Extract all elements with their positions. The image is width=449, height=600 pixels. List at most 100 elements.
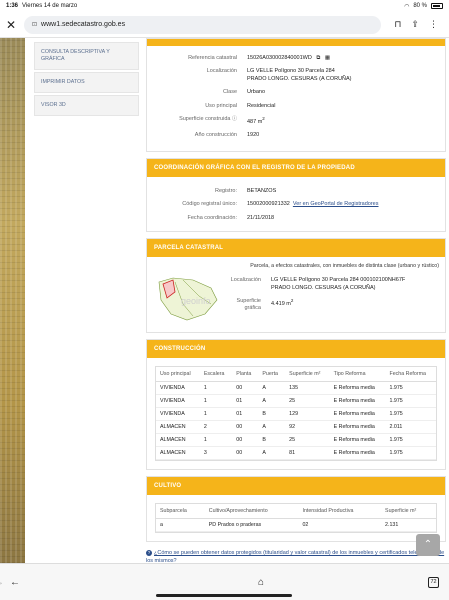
parcela-info: Localización LG VELLE Polígono 30 Parcel… [225, 274, 439, 324]
parcela-card: PARCELA CATASTRAL Parcela, a efectos cat… [146, 238, 446, 334]
menu-icon[interactable]: ⋮ [429, 19, 438, 30]
scroll-to-top-button[interactable]: ⌃ [416, 534, 440, 556]
codigo-row: Código registral único: 15002000921332 V… [147, 198, 445, 211]
table-cell: 1 [199, 381, 233, 396]
registro-label: Registro: [214, 187, 237, 194]
parcela-map[interactable]: geoinfo [153, 274, 225, 324]
battery-icon [431, 3, 443, 9]
coordinacion-body: Registro: BETANZOS Código registral únic… [147, 177, 445, 231]
construccion-card: CONSTRUCCIÓN Uso principal Escalera Plan… [146, 339, 446, 471]
sidebar-item-imprimir[interactable]: IMPRIMIR DATOS [34, 71, 139, 93]
status-time: 1:36 [6, 3, 19, 9]
cultivo-card: CULTIVO Subparcela Cultivo/Aprovechamien… [146, 476, 446, 543]
address-field[interactable]: ⊡ www1.sedecatastro.gob.es [24, 15, 382, 34]
coordinacion-title: COORDINACIÓN GRÁFICA CON EL REGISTRO DE … [147, 158, 445, 177]
parcela-body: Parcela, a efectos catastrales, con inmu… [147, 257, 445, 332]
main-content: Referencia catastral 15026A030002840001W… [146, 38, 446, 565]
table-cell: 1.975 [385, 446, 436, 461]
localizacion-row: Localización LG VELLE Polígono 30 Parcel… [147, 65, 445, 86]
table-cell: 25 [285, 433, 330, 448]
battery-label: 80 % [413, 3, 427, 9]
construccion-table: Uso principal Escalera Planta Puerta Sup… [156, 367, 436, 461]
table-cell: A [258, 381, 286, 396]
column-header: Superficie m² [381, 504, 436, 520]
coordinacion-card: COORDINACIÓN GRÁFICA CON EL REGISTRO DE … [146, 157, 446, 233]
construccion-title: CONSTRUCCIÓN [147, 340, 445, 359]
table-cell: 129 [285, 407, 330, 422]
table-row: ALMACEN 1 00 B 25 E Reforma media 1.975 [156, 433, 436, 448]
anio-label: Año construcción [194, 132, 237, 139]
anio-row: Año construcción 1920 [147, 129, 445, 142]
status-date: Viernes 14 de marzo [22, 3, 78, 9]
localizacion-label: Localización [206, 68, 237, 75]
geoportal-link[interactable]: Ver en GeoPortal de Registradores [293, 201, 379, 207]
table-cell: 00 [232, 433, 259, 448]
fecha-label: Fecha coordinación: [187, 214, 237, 221]
status-bar: 1:36 Viernes 14 de marzo ◠ 80 % [0, 0, 449, 12]
parcela-superficie-label: Superficie gráfica [225, 298, 271, 313]
table-row: VIVIENDA 1 01 B 129 E Reforma media 1.975 [156, 407, 436, 422]
table-cell: E Reforma media [329, 420, 386, 435]
table-cell: 25 [285, 394, 330, 409]
help-link[interactable]: ¿Cómo se pueden obtener datos protegidos… [146, 550, 444, 563]
table-cell: ALMACEN [156, 420, 200, 435]
column-header: Intensidad Productiva [298, 504, 382, 520]
table-cell: VIVIENDA [156, 381, 200, 396]
table-cell: PD Prados o praderas [204, 518, 299, 533]
table-cell: VIVIENDA [156, 407, 200, 422]
table-cell: 1.975 [385, 433, 436, 448]
table-cell: 00 [232, 381, 259, 396]
parcela-superficie-label-1: Superficie [236, 298, 261, 305]
close-icon[interactable]: ✕ [6, 18, 24, 32]
table-cell: 01 [232, 407, 259, 422]
copy-icon[interactable]: ⧉ [316, 55, 320, 61]
map-icon[interactable]: ▦ [325, 55, 330, 61]
sidebar-item-consulta[interactable]: CONSULTA DESCRIPTIVA Y GRÁFICA [34, 42, 139, 70]
table-cell: 3 [199, 446, 233, 461]
forward-icon[interactable]: → [0, 577, 4, 588]
column-header: Planta [232, 367, 259, 383]
parcela-description: Parcela, a efectos catastrales, con inmu… [250, 263, 439, 270]
registro-row: Registro: BETANZOS [147, 185, 445, 198]
table-cell: 01 [232, 394, 259, 409]
info-icon[interactable]: ⓘ [232, 116, 237, 122]
share-icon[interactable]: ⇪ [411, 19, 419, 30]
wifi-icon: ◠ [404, 3, 410, 10]
table-header-row: Uso principal Escalera Planta Puerta Sup… [156, 367, 436, 383]
clase-row: Clase Urbano [147, 86, 445, 99]
table-cell: 1.975 [385, 394, 436, 409]
sidebar-item-visor-3d[interactable]: VISOR 3D [34, 94, 139, 116]
url-text: www1.sedecatastro.gob.es [41, 21, 126, 28]
referencia-row: Referencia catastral 15026A030002840001W… [147, 52, 445, 65]
superficie-value: 487 m2 [247, 116, 445, 126]
uso-label: Uso principal [205, 102, 237, 109]
tabs-icon[interactable]: 72 [428, 576, 439, 588]
referencia-label: Referencia catastral [188, 55, 237, 61]
localizacion-line-1: LG VELLE Polígono 30 Parcela 284 [247, 68, 335, 75]
table-cell: 92 [285, 420, 330, 435]
home-icon[interactable]: ⌂ [258, 577, 264, 588]
table-cell: E Reforma media [329, 407, 386, 422]
table-cell: 2.011 [385, 420, 436, 435]
background-image [0, 38, 25, 563]
arrow-up-icon: ⌃ [423, 539, 433, 550]
parcela-localizacion-line-1: LG VELLE Polígono 30 Parcela 284 0001021… [271, 277, 406, 284]
parcela-map-svg: geoinfo [158, 277, 218, 321]
anio-value: 1920 [247, 132, 260, 139]
codigo-value: 15002000921332 Ver en GeoPortal de Regis… [247, 201, 445, 208]
construccion-table-box: Uso principal Escalera Planta Puerta Sup… [155, 366, 437, 462]
table-cell: 00 [232, 446, 259, 461]
codigo-label: Código registral único: [182, 201, 237, 208]
fecha-row: Fecha coordinación: 21/11/2018 [147, 212, 445, 225]
bookmark-icon[interactable]: ⊓ [394, 19, 401, 30]
parcela-superficie-value: 4.419 m2 [271, 298, 439, 313]
table-cell: 2.131 [381, 518, 436, 533]
parcela-superficie-row: Superficie gráfica 4.419 m2 [225, 295, 439, 316]
back-icon[interactable]: ← [10, 577, 20, 588]
parcela-title: PARCELA CATASTRAL [147, 239, 445, 258]
cultivo-table: Subparcela Cultivo/Aprovechamiento Inten… [156, 504, 436, 533]
cultivo-table-box: Subparcela Cultivo/Aprovechamiento Inten… [155, 503, 437, 534]
table-cell: VIVIENDA [156, 394, 200, 409]
table-cell: 81 [285, 446, 330, 461]
table-cell: 2 [199, 420, 233, 435]
